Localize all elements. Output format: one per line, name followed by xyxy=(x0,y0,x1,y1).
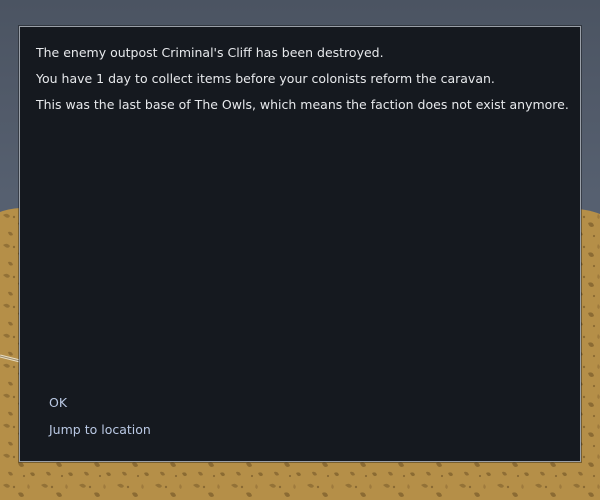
jump-to-location-option[interactable]: Jump to location xyxy=(49,422,151,438)
message-faction-gone: This was the last base of The Owls, whic… xyxy=(36,97,569,112)
message-collect-items: You have 1 day to collect items before y… xyxy=(36,71,495,86)
outpost-destroyed-dialog: The enemy outpost Criminal's Cliff has b… xyxy=(19,26,581,462)
ok-option[interactable]: OK xyxy=(49,395,67,411)
dialog-message: The enemy outpost Criminal's Cliff has b… xyxy=(36,45,569,123)
message-outpost-destroyed: The enemy outpost Criminal's Cliff has b… xyxy=(36,45,384,60)
